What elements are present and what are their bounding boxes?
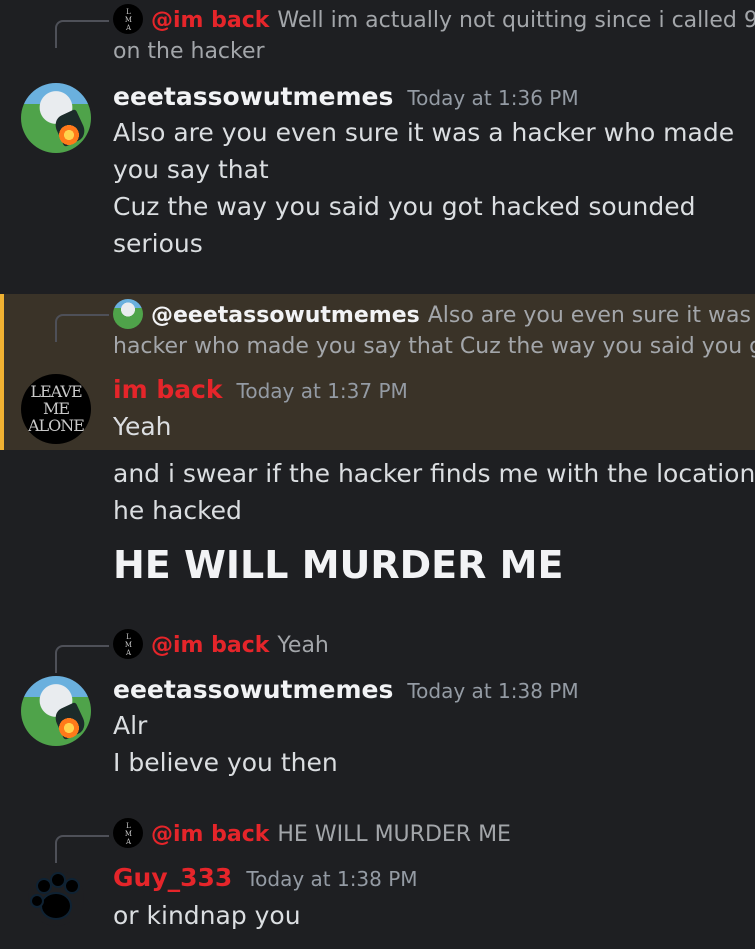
reply-text-line-2: on the hacker — [113, 39, 265, 64]
timestamp: Today at 1:37 PM — [236, 379, 408, 403]
message-line: serious — [113, 229, 203, 258]
reply-connector — [55, 645, 109, 673]
reply-text: HE WILL MURDER ME — [277, 822, 511, 847]
message-content: Yeah — [113, 408, 735, 445]
message-line: you say that — [113, 155, 269, 184]
message-line: Also are you even sure it was a hacker w… — [113, 118, 735, 147]
timestamp: Today at 1:38 PM — [246, 867, 418, 891]
reply-preview-top[interactable]: L M A @im back Well im actually not quitting… — [0, 0, 755, 75]
message-content: and i swear if the hacker finds me with … — [113, 455, 755, 589]
reply-mention[interactable]: @im back — [151, 8, 269, 33]
message-content: Alr I believe you then — [113, 707, 735, 781]
avatar[interactable] — [21, 676, 91, 746]
reply-text-line-1: Well im actually not quitting since i ca… — [277, 8, 755, 33]
reply-avatar — [113, 299, 143, 329]
timestamp: Today at 1:38 PM — [407, 679, 579, 703]
message-line: he hacked — [113, 496, 242, 525]
author-name[interactable]: im back — [113, 375, 223, 404]
avatar-art: LEAVE ME ALONE — [28, 382, 85, 435]
message-eeetassowutmemes-2[interactable]: L M A @im back Yeah eeetassowutmemes Today at… — [0, 625, 755, 795]
message-header: eeetassowutmemes Today at 1:38 PM — [113, 673, 579, 710]
header-text: HE WILL MURDER ME — [113, 543, 564, 587]
message-guy-333[interactable]: L M A @im back HE WILL MURDER ME Guy_333 Toda… — [0, 815, 755, 949]
timestamp: Today at 1:36 PM — [407, 86, 579, 110]
paw-toe — [64, 878, 80, 894]
reply-snippet[interactable]: L M A @im back Well im actually not quitting… — [113, 4, 755, 67]
avatar[interactable] — [28, 870, 84, 926]
message-header: im back Today at 1:37 PM — [113, 373, 408, 410]
reply-snippet[interactable]: L M A @im back HE WILL MURDER ME — [113, 818, 743, 850]
message-eeetassowutmemes-1[interactable]: eeetassowutmemes Today at 1:36 PM Also ar… — [0, 80, 755, 280]
author-name[interactable]: eeetassowutmemes — [113, 675, 393, 704]
message-line: Alr — [113, 711, 148, 740]
reply-avatar: LMA — [113, 629, 143, 659]
reply-connector — [55, 20, 109, 48]
avatar-art — [59, 125, 79, 145]
reply-connector — [55, 835, 109, 863]
message-continuation[interactable]: and i swear if the hacker finds me with … — [0, 455, 755, 595]
message-content: or kindnap you — [113, 897, 735, 934]
reply-avatar: LMA — [113, 818, 143, 848]
reply-text: Yeah — [277, 633, 329, 658]
message-line: Cuz the way you said you got hacked soun… — [113, 192, 696, 221]
reply-text-line-1: Also are you even sure it was a — [427, 303, 755, 328]
message-line: or kindnap you — [113, 901, 301, 930]
reply-snippet[interactable]: @eeetassowutmemes Also are you even sure … — [113, 299, 755, 362]
reply-mention[interactable]: @im back — [151, 822, 269, 847]
reply-snippet[interactable]: L M A @im back Yeah — [113, 629, 743, 661]
message-content: Also are you even sure it was a hacker w… — [113, 114, 735, 262]
message-line: I believe you then — [113, 748, 338, 777]
message-line: and i swear if the hacker finds me with … — [113, 459, 755, 488]
paw-toe — [30, 894, 44, 908]
reply-connector — [55, 314, 109, 342]
message-header: eeetassowutmemes Today at 1:36 PM — [113, 80, 579, 117]
author-name[interactable]: eeetassowutmemes — [113, 82, 393, 111]
avatar[interactable]: LEAVE ME ALONE — [21, 374, 91, 444]
reply-mention[interactable]: @eeetassowutmemes — [151, 303, 420, 328]
message-im-back-highlighted[interactable]: @eeetassowutmemes Also are you even sure … — [0, 294, 755, 450]
author-name[interactable]: Guy_333 — [113, 863, 232, 892]
avatar[interactable] — [21, 83, 91, 153]
message-header: Guy_333 Today at 1:38 PM — [113, 861, 418, 898]
reply-mention[interactable]: @im back — [151, 633, 269, 658]
avatar-art — [59, 718, 79, 738]
reply-avatar: LMA — [113, 4, 143, 34]
message-line: Yeah — [113, 412, 172, 441]
reply-text-line-2: hacker who made you say that Cuz the way… — [113, 334, 755, 359]
paw-icon — [40, 892, 72, 920]
